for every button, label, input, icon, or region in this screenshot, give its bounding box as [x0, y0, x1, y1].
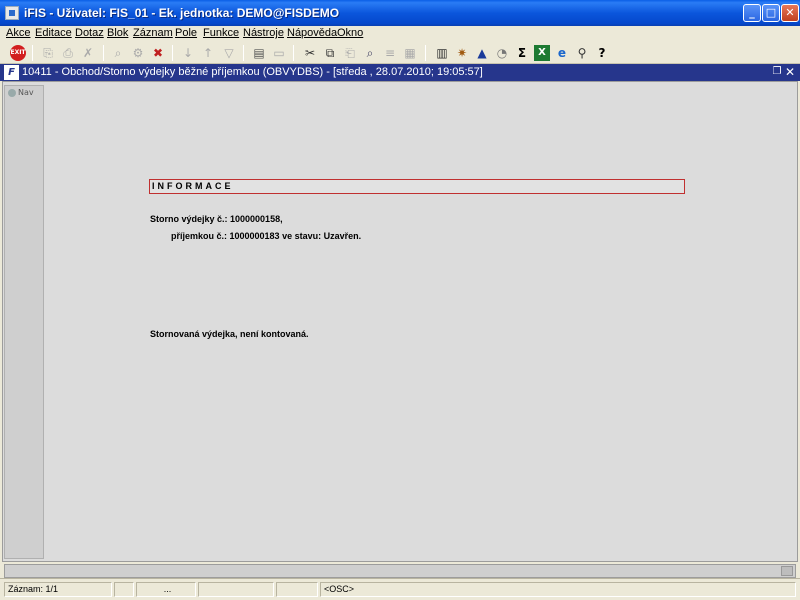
menu-blok[interactable]: Blok [107, 27, 128, 39]
toolbar-separator [172, 45, 173, 61]
kontovani-line: Stornovaná výdejka, není kontovaná. [150, 329, 309, 339]
toolbar-separator [103, 45, 104, 61]
form-canvas [2, 81, 798, 562]
status-bar: Záznam: 1/1 ... <OSC> [0, 562, 800, 600]
minimize-button[interactable]: _ [743, 4, 761, 22]
toolbar-separator [425, 45, 426, 61]
cancel-icon[interactable]: ✖ [150, 45, 166, 61]
exit-icon[interactable]: EXIT [10, 45, 26, 61]
status-cell-empty [114, 582, 134, 597]
status-cells: Záznam: 1/1 ... <OSC> [0, 578, 800, 600]
sort-asc-icon[interactable]: ↓ [180, 45, 196, 61]
window-title: iFIS - Uživatel: FIS_01 - Ek. jednotka: … [24, 6, 340, 20]
toolbar: EXIT ⎘ ⎙ ✗ ⌕ ⚙ ✖ ↓ ↑ ▽ ▤ ▭ ✂ ⧉ ⎗ ⌕ ≡ ▦ ▥… [0, 42, 800, 64]
menu-bar: Akce Editace Dotaz Blok Záznam Pole Funk… [0, 26, 800, 42]
filter-icon[interactable]: ▽ [221, 45, 237, 61]
app-icon [5, 6, 19, 20]
info-header-field[interactable]: INFORMACE [149, 179, 685, 194]
menu-napoveda[interactable]: Nápověda [287, 27, 337, 39]
menu-nastroje[interactable]: Nástroje [243, 27, 284, 39]
form-close-icon[interactable]: ✕ [784, 66, 796, 78]
status-cell-empty [276, 582, 318, 597]
help-search-icon[interactable]: ⚲ [574, 45, 590, 61]
print-preview-icon[interactable]: ▤ [251, 45, 267, 61]
form-title: 10411 - Obchod/Storno výdejky běžné příj… [22, 66, 483, 78]
status-cell-dots: ... [136, 582, 196, 597]
form-titlebar: F 10411 - Obchod/Storno výdejky běžné př… [0, 64, 800, 81]
toolbar-separator [32, 45, 33, 61]
menu-editace[interactable]: Editace [35, 27, 72, 39]
building-icon[interactable]: ▥ [434, 45, 450, 61]
toolbar-separator [293, 45, 294, 61]
nav-icon [8, 89, 16, 97]
nav-label: Nav [18, 88, 34, 97]
find-icon[interactable]: ⌕ [362, 45, 378, 61]
menu-dotaz[interactable]: Dotaz [75, 27, 104, 39]
save-icon[interactable]: ⎘ [40, 45, 56, 61]
record-counter: Záznam: 1/1 [4, 582, 112, 597]
status-cell-empty [198, 582, 274, 597]
paste-icon[interactable]: ⎗ [342, 45, 358, 61]
info-header-label: INFORMACE [152, 181, 234, 191]
list-icon[interactable]: ≡ [382, 45, 398, 61]
restore-icon[interactable]: ❐ [771, 66, 783, 78]
clock-icon[interactable]: ◔ [494, 45, 510, 61]
grid-icon[interactable]: ▦ [402, 45, 418, 61]
menu-pole[interactable]: Pole [175, 27, 197, 39]
storno-line: Storno výdejky č.: 1000000158, [150, 214, 283, 224]
scroll-stub [781, 566, 793, 576]
delete-icon[interactable]: ✗ [80, 45, 96, 61]
fis-icon: F [4, 65, 19, 80]
menu-zaznam[interactable]: Záznam [133, 27, 173, 39]
web-icon[interactable]: e [554, 45, 570, 61]
sum-icon[interactable]: Σ [514, 45, 530, 61]
query-icon[interactable]: ⌕ [110, 45, 126, 61]
sort-desc-icon[interactable]: ↑ [200, 45, 216, 61]
settings-icon[interactable]: ✷ [454, 45, 470, 61]
print-icon[interactable]: ⎙ [60, 45, 76, 61]
cut-icon[interactable]: ✂ [302, 45, 318, 61]
copy-icon[interactable]: ⧉ [322, 45, 338, 61]
execute-query-icon[interactable]: ⚙ [130, 45, 146, 61]
window-titlebar: iFIS - Uživatel: FIS_01 - Ek. jednotka: … [0, 0, 800, 26]
prijemka-line: příjemkou č.: 1000000183 ve stavu: Uzavř… [171, 231, 362, 241]
nav-panel[interactable]: Nav [4, 85, 44, 559]
menu-okno[interactable]: Okno [337, 27, 363, 39]
help-icon[interactable]: ? [594, 45, 610, 61]
close-button[interactable]: ✕ [781, 4, 799, 22]
maximize-button[interactable]: □ [762, 4, 780, 22]
export-icon[interactable]: ▭ [271, 45, 287, 61]
menu-akce[interactable]: Akce [6, 27, 30, 39]
menu-funkce[interactable]: Funkce [203, 27, 239, 39]
chart-icon[interactable]: ▲ [474, 45, 490, 61]
toolbar-separator [243, 45, 244, 61]
message-line [4, 564, 796, 578]
mode-indicator: <OSC> [320, 582, 796, 597]
excel-icon[interactable]: X [534, 45, 550, 61]
